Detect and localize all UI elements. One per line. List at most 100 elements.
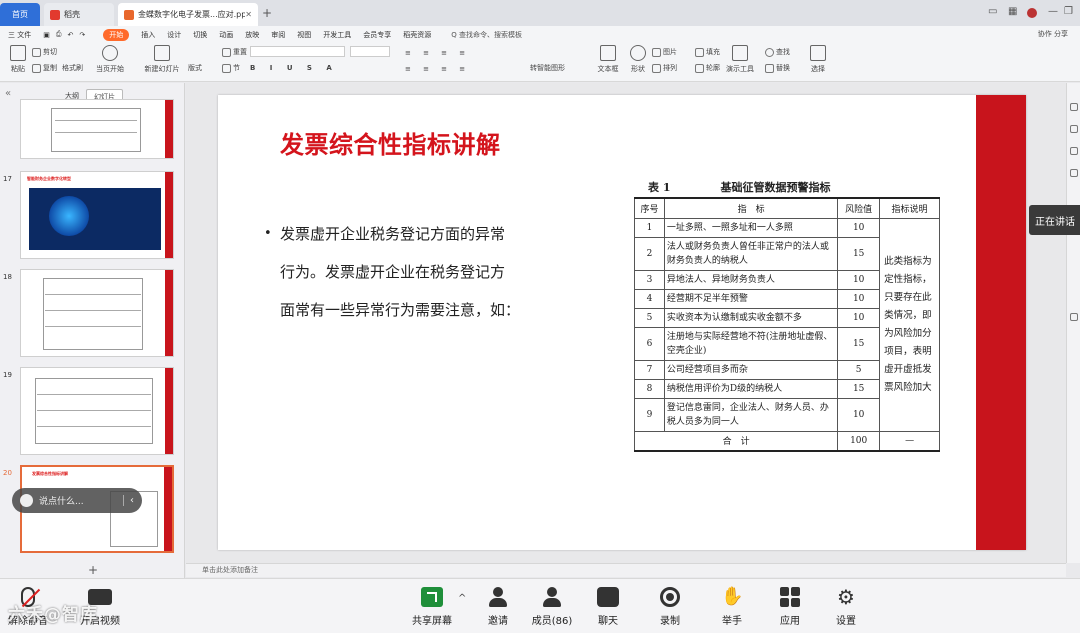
menu-design[interactable]: 设计: [167, 30, 181, 40]
table-cell-risk: 10: [837, 269, 881, 290]
risk-indicator-table[interactable]: 序号 指 标 风险值 指标说明 1 一址多照、一照多址和一人多照 10 此类指标为定性…: [633, 197, 940, 452]
shape-button[interactable]: 形状: [620, 45, 656, 74]
mini-line: [45, 326, 141, 327]
tab-home[interactable]: 首页: [0, 3, 40, 26]
outline-button[interactable]: 轮廓: [695, 63, 720, 73]
play-button[interactable]: 当页开始: [92, 45, 128, 74]
share-screen-icon: [421, 587, 443, 607]
layout-icon[interactable]: ▭: [988, 6, 997, 17]
demo-tools-button[interactable]: 演示工具: [722, 45, 758, 74]
notes-bar[interactable]: 单击此处添加备注: [186, 563, 1066, 577]
picture-button[interactable]: 图片: [652, 47, 677, 57]
chat-input-pill[interactable]: 说点什么... ‹: [12, 488, 142, 513]
menu-save-icon[interactable]: ▣: [43, 31, 50, 39]
cut-button[interactable]: 剪切: [32, 47, 57, 57]
menu-home[interactable]: 开始: [103, 28, 130, 41]
grid-icon[interactable]: ▦: [1008, 6, 1017, 17]
invite-button[interactable]: 邀请: [470, 587, 526, 627]
menu-print-icon[interactable]: ⎙: [56, 30, 62, 39]
restore-icon[interactable]: ❐: [1064, 6, 1073, 17]
property-icon[interactable]: [1070, 103, 1078, 111]
menu-animation[interactable]: 动画: [219, 30, 233, 40]
mini-line: [37, 394, 151, 395]
fill-button[interactable]: 填充: [695, 47, 720, 57]
slide-thumbnail-17[interactable]: 智能财务企业数字化转型: [20, 171, 174, 259]
find-button[interactable]: 查找: [765, 47, 790, 57]
layout-button[interactable]: 版式: [188, 63, 202, 73]
table-total-row: 合 计 100—: [633, 430, 940, 452]
font-size-select[interactable]: [350, 46, 390, 57]
table-cell-name: 一址多照、一照多址和一人多照: [663, 217, 839, 238]
tab-document[interactable]: 金蝶数字化电子发票...应对.pptx ✕: [118, 3, 258, 26]
menu-redo-icon[interactable]: ↷: [79, 31, 85, 39]
invite-label: 邀请: [488, 616, 508, 627]
table-caption-label: 表 1: [648, 181, 671, 194]
new-slide-button[interactable]: 新建幻灯片: [140, 45, 184, 74]
settings-label: 设置: [836, 616, 856, 627]
tab-docer[interactable]: 稻壳: [44, 3, 114, 26]
menu-review[interactable]: 审阅: [271, 30, 285, 40]
cursor-icon: [810, 45, 826, 61]
paragraph-align-icon[interactable]: ≡ ≡ ≡ ≡: [405, 49, 470, 57]
convert-smartart-button[interactable]: 转智能图形: [530, 63, 565, 73]
menu-developer[interactable]: 开发工具: [323, 30, 351, 40]
bullet-text[interactable]: • 发票虚开企业税务登记方面的异常 行为。发票虚开企业在税务登记方 面常有一些异…: [264, 215, 574, 329]
slide-thumbnail-18[interactable]: [20, 269, 174, 357]
command-search[interactable]: Q 查找命令、搜索模板: [451, 30, 522, 40]
slide-title[interactable]: 发票综合性指标讲解: [280, 125, 501, 160]
menu-member[interactable]: 会员专享: [363, 30, 391, 40]
menu-undo-icon[interactable]: ↶: [67, 31, 73, 39]
members-button[interactable]: 成员(86): [524, 587, 580, 627]
hand-icon: ✋: [721, 586, 744, 607]
close-tab-icon[interactable]: ✕: [245, 10, 252, 19]
paragraph-indent-icon[interactable]: ≡ ≡ ≡ ≡: [405, 65, 470, 73]
convert-smartart-label: 转智能图形: [530, 64, 565, 72]
raise-hand-button[interactable]: ✋ 举手: [704, 586, 760, 628]
transition-icon[interactable]: [1070, 147, 1078, 155]
menu-docer-resources[interactable]: 稻壳资源: [403, 30, 431, 40]
paste-button[interactable]: 粘贴: [0, 45, 36, 74]
replace-icon: [765, 63, 774, 73]
menu-slideshow[interactable]: 放映: [245, 30, 259, 40]
replace-button[interactable]: 替换: [765, 63, 790, 73]
avatar[interactable]: [1027, 8, 1037, 18]
current-slide[interactable]: 发票综合性指标讲解 • 发票虚开企业税务登记方面的异常 行为。发票虚开企业在税务…: [218, 95, 1026, 550]
minimize-icon[interactable]: —: [1048, 6, 1058, 17]
animation-icon[interactable]: [1070, 125, 1078, 133]
table-total-value: 100: [837, 430, 881, 452]
mini-line: [55, 132, 137, 133]
share-icon[interactable]: [1070, 169, 1078, 177]
collab-share[interactable]: 协作 分享: [1038, 29, 1068, 39]
menu-insert[interactable]: 插入: [141, 30, 155, 40]
select-button[interactable]: 选择: [800, 45, 836, 74]
menu-view[interactable]: 视图: [297, 30, 311, 40]
font-style-buttons[interactable]: B I U S A: [250, 64, 338, 72]
slide-thumbnail-19[interactable]: [20, 367, 174, 455]
arrange-button[interactable]: 排列: [652, 63, 677, 73]
format-painter-button[interactable]: 格式刷: [62, 63, 83, 73]
chat-button[interactable]: 聊天: [580, 587, 636, 627]
table-cell-no: 1: [634, 217, 665, 238]
copy-button[interactable]: 复制: [32, 63, 57, 73]
apps-button[interactable]: 应用: [762, 587, 818, 627]
collapse-panel-icon[interactable]: «: [5, 88, 11, 99]
record-button[interactable]: 录制: [642, 587, 698, 627]
title-bar: 首页 稻壳 金蝶数字化电子发票...应对.pptx ✕ + ▭ ▦ — ❐: [0, 0, 1080, 26]
shape-icon: [630, 45, 646, 61]
slide-accent-bar: [165, 100, 173, 158]
menu-transition[interactable]: 切换: [193, 30, 207, 40]
add-slide-button[interactable]: +: [88, 563, 98, 577]
slide-accent-bar: [165, 368, 173, 454]
section-button[interactable]: 节: [222, 63, 240, 73]
record-label: 录制: [660, 616, 680, 627]
chevron-up-icon[interactable]: ^: [458, 593, 466, 604]
share-screen-button[interactable]: 共享屏幕: [404, 587, 460, 627]
settings-button[interactable]: ⚙ 设置: [818, 587, 874, 627]
reset-button[interactable]: 重置: [222, 47, 247, 57]
chevron-left-icon[interactable]: ‹: [123, 495, 134, 506]
menu-file[interactable]: 三 文件: [8, 30, 31, 40]
slide-thumbnail-16[interactable]: [20, 99, 174, 159]
scroll-icon[interactable]: [1070, 313, 1078, 321]
font-family-select[interactable]: [250, 46, 345, 57]
new-tab-button[interactable]: +: [262, 6, 272, 20]
